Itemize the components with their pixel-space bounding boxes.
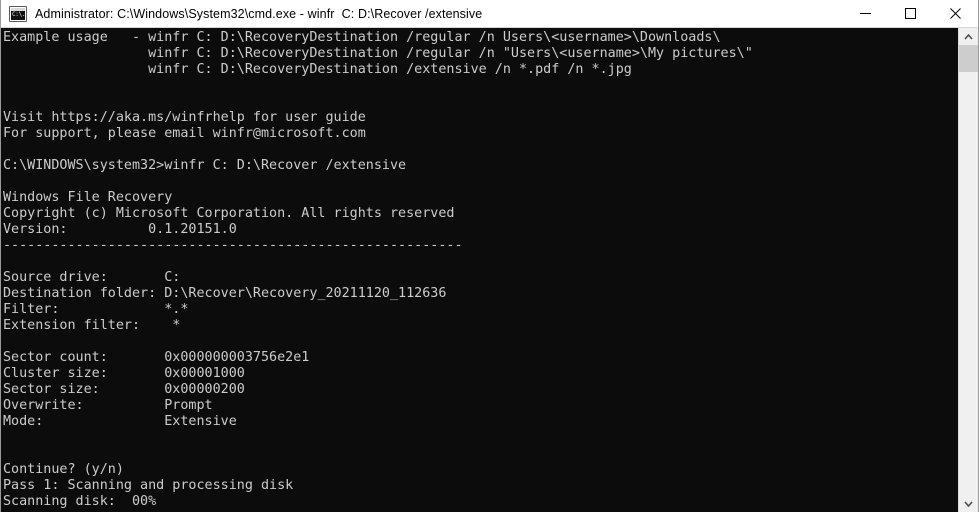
vertical-scrollbar[interactable] xyxy=(958,28,978,512)
close-button[interactable] xyxy=(933,0,978,27)
console-body: Example usage - winfr C: D:\RecoveryDest… xyxy=(1,28,978,512)
cmd-icon-glyph: C:\. xyxy=(12,10,26,18)
scrollbar-up-button[interactable] xyxy=(959,28,978,45)
window-controls xyxy=(843,0,978,27)
scrollbar-thumb[interactable] xyxy=(959,45,978,72)
chevron-down-icon xyxy=(964,500,973,507)
close-icon xyxy=(950,8,961,19)
title-bar[interactable]: C:\. Administrator: C:\Windows\System32\… xyxy=(1,0,978,28)
scrollbar-track[interactable] xyxy=(959,45,978,495)
cmd-console-icon: C:\. xyxy=(9,5,27,22)
console-output-area[interactable]: Example usage - winfr C: D:\RecoveryDest… xyxy=(1,28,958,512)
console-output-text: Example usage - winfr C: D:\RecoveryDest… xyxy=(3,30,753,509)
scrollbar-down-button[interactable] xyxy=(959,495,978,512)
minimize-icon xyxy=(860,13,871,14)
chevron-up-icon xyxy=(964,33,973,40)
minimize-button[interactable] xyxy=(843,0,888,27)
window-title: Administrator: C:\Windows\System32\cmd.e… xyxy=(35,6,483,21)
maximize-button[interactable] xyxy=(888,0,933,27)
cmd-console-window: C:\. Administrator: C:\Windows\System32\… xyxy=(0,0,979,512)
maximize-icon xyxy=(905,8,916,19)
